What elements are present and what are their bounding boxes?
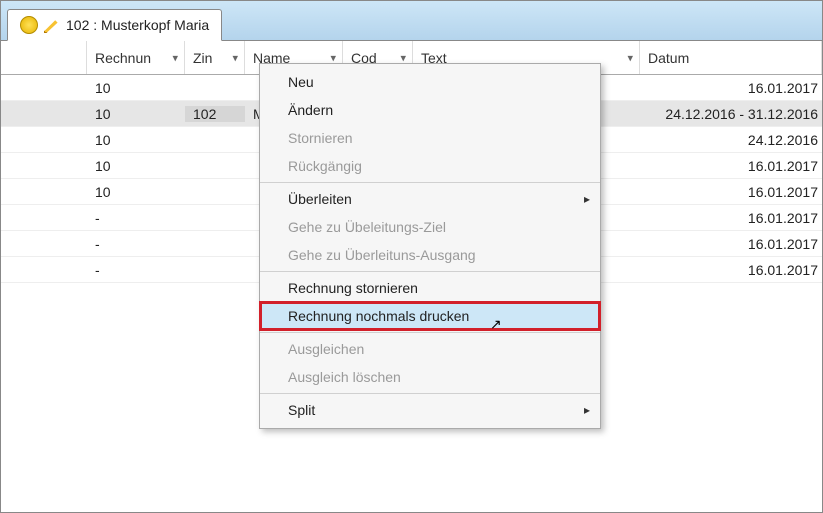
cell: 24.12.2016 - 31.12.2016 [640, 106, 822, 122]
menu-item[interactable]: Split [260, 396, 600, 424]
cell: 16.01.2017 [640, 80, 822, 96]
menu-item: Gehe zu Überleituns-Ausgang [260, 241, 600, 269]
header-zin[interactable]: Zin ▾ [185, 41, 245, 74]
cursor-icon: ↖ [490, 316, 502, 333]
cell: 16.01.2017 [640, 158, 822, 174]
cell: - [87, 262, 185, 278]
header-label: Datum [648, 50, 689, 66]
menu-separator [260, 332, 600, 333]
header-rechnung[interactable]: Rechnun ▾ [87, 41, 185, 74]
menu-separator [260, 182, 600, 183]
header-label: Rechnun [95, 50, 151, 66]
menu-item: Ausgleich löschen [260, 363, 600, 391]
menu-separator [260, 271, 600, 272]
menu-item[interactable]: Rechnung stornieren [260, 274, 600, 302]
cell: 102 [185, 106, 245, 122]
cell: 16.01.2017 [640, 236, 822, 252]
cell: 16.01.2017 [640, 210, 822, 226]
pencil-icon [44, 17, 60, 33]
menu-item: Ausgleichen [260, 335, 600, 363]
menu-item: Gehe zu Übeleitungs-Ziel [260, 213, 600, 241]
filter-icon[interactable]: ▾ [232, 51, 238, 64]
header-datum[interactable]: Datum [640, 41, 822, 74]
menu-item: Stornieren [260, 124, 600, 152]
cell: 10 [87, 106, 185, 122]
cell: 10 [87, 158, 185, 174]
cell: 16.01.2017 [640, 184, 822, 200]
tab-strip: 102 : Musterkopf Maria [1, 1, 822, 41]
app-window: 102 : Musterkopf Maria Rechnun ▾ Zin ▾ N… [0, 0, 823, 513]
filter-icon[interactable]: ▾ [172, 51, 178, 64]
tab-title: 102 : Musterkopf Maria [66, 17, 209, 33]
menu-item[interactable]: Rechnung nochmals drucken↖ [260, 302, 600, 330]
menu-item[interactable]: Überleiten [260, 185, 600, 213]
tab-customer[interactable]: 102 : Musterkopf Maria [7, 9, 222, 41]
cell: - [87, 210, 185, 226]
cell: 10 [87, 80, 185, 96]
cell: 10 [87, 184, 185, 200]
menu-separator [260, 393, 600, 394]
menu-item[interactable]: Ändern [260, 96, 600, 124]
grid-area: Rechnun ▾ Zin ▾ Name ▾ Cod ▾ Text ▾ Datu… [1, 41, 822, 512]
header-label: Zin [193, 50, 212, 66]
header-blank[interactable] [1, 41, 87, 74]
menu-item[interactable]: Neu [260, 68, 600, 96]
cell: 16.01.2017 [640, 262, 822, 278]
cell: - [87, 236, 185, 252]
cell: 24.12.2016 [640, 132, 822, 148]
smiley-icon [20, 16, 38, 34]
context-menu: NeuÄndernStornierenRückgängig Überleiten… [259, 63, 601, 429]
filter-icon[interactable]: ▾ [627, 51, 633, 64]
menu-item: Rückgängig [260, 152, 600, 180]
cell: 10 [87, 132, 185, 148]
